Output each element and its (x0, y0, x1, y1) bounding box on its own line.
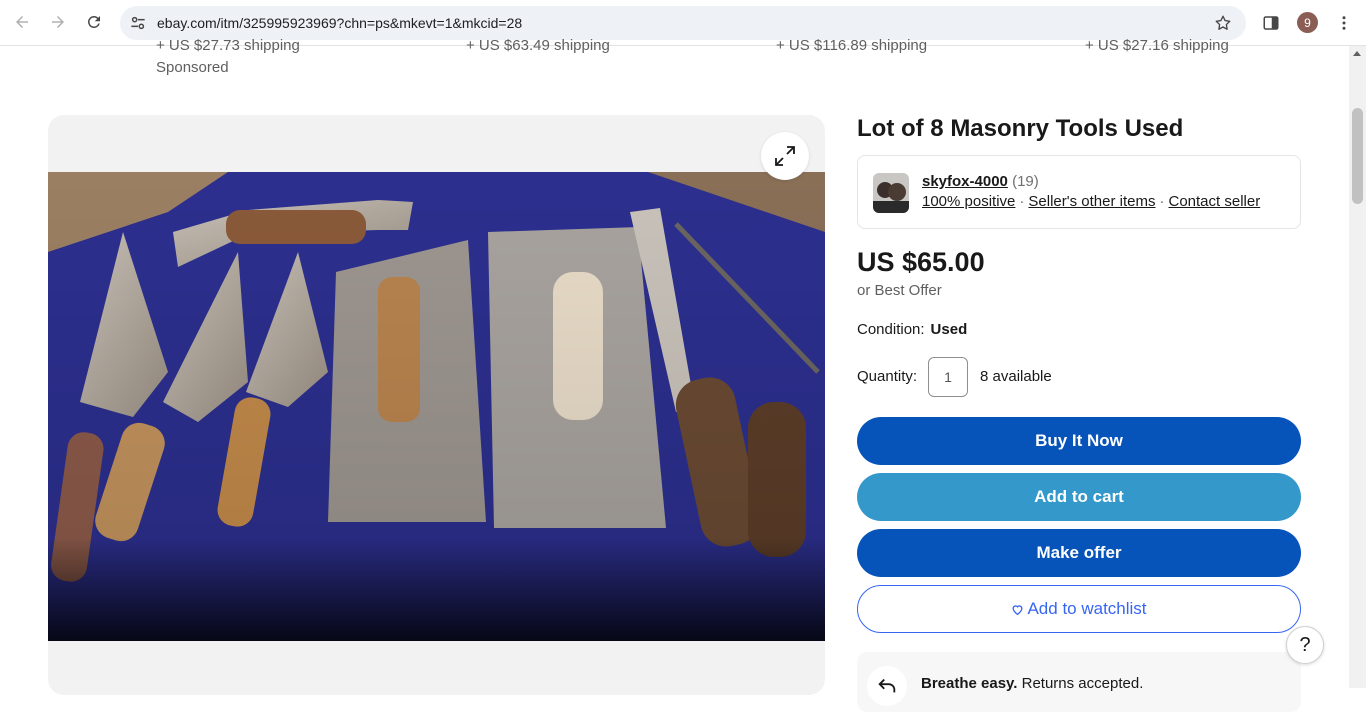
expand-image-button[interactable] (761, 132, 809, 180)
add-to-watchlist-button[interactable]: Add to watchlist (857, 585, 1301, 633)
returns-icon-wrap (867, 666, 907, 706)
scroll-up-arrow[interactable] (1353, 51, 1361, 56)
make-offer-button[interactable]: Make offer (857, 529, 1301, 577)
return-arrow-icon (878, 678, 896, 693)
carousel-shipping-1: + US $27.73 shipping (156, 37, 300, 54)
item-title: Lot of 8 Masonry Tools Used (857, 115, 1184, 142)
address-bar[interactable]: ebay.com/itm/325995923969?chn=ps&mkevt=1… (120, 6, 1246, 40)
quantity-input[interactable]: 1 (928, 357, 968, 397)
best-offer-label: or Best Offer (857, 282, 942, 299)
side-panel-icon[interactable] (1262, 14, 1280, 32)
seller-name-row: skyfox-4000 (19) (922, 173, 1039, 190)
contact-seller-link[interactable]: Contact seller (1168, 193, 1260, 210)
quantity-available: 8 available (980, 368, 1052, 385)
item-price: US $65.00 (857, 247, 985, 277)
sponsored-label: Sponsored (156, 59, 229, 76)
returns-text: Breathe easy. Returns accepted. (921, 675, 1143, 692)
separator-dot: · (1019, 193, 1025, 210)
seller-links: 100% positive · Seller's other items · Conta… (922, 193, 1260, 210)
product-photo[interactable] (48, 172, 825, 641)
positive-feedback-link[interactable]: 100% positive (922, 193, 1015, 210)
more-menu-icon[interactable] (1335, 13, 1353, 33)
image-gallery (48, 115, 825, 695)
back-button[interactable] (8, 8, 36, 36)
reload-icon (87, 15, 100, 28)
seller-other-items-link[interactable]: Seller's other items (1028, 193, 1155, 210)
profile-avatar[interactable]: 9 (1297, 12, 1318, 33)
condition-row: Condition: Used (857, 321, 967, 338)
scrollbar-thumb[interactable] (1352, 108, 1363, 204)
carousel-shipping-2: + US $63.49 shipping (466, 37, 610, 54)
returns-detail: Returns accepted. (1017, 675, 1144, 692)
seller-feedback-count: (19) (1012, 173, 1039, 190)
bookmark-star-icon[interactable] (1214, 14, 1232, 32)
arrow-left-icon (16, 16, 28, 28)
carousel-shipping-3: + US $116.89 shipping (776, 37, 928, 54)
condition-value: Used (930, 321, 968, 338)
quantity-label: Quantity: (857, 368, 918, 385)
returns-bold: Breathe easy. (921, 675, 1018, 692)
add-to-cart-button[interactable]: Add to cart (857, 473, 1301, 521)
help-button[interactable]: ? (1286, 626, 1324, 664)
expand-icon (775, 146, 795, 166)
carousel-shipping-4: + US $27.16 shipping (1085, 37, 1229, 54)
returns-banner: Breathe easy. Returns accepted. (857, 652, 1301, 712)
watchlist-label: Add to watchlist (1027, 599, 1147, 618)
buy-it-now-button[interactable]: Buy It Now (857, 417, 1301, 465)
heart-icon (1012, 604, 1023, 615)
separator-dot: · (1159, 193, 1165, 210)
arrow-right-icon (52, 16, 64, 28)
seller-card: skyfox-4000 (19) 100% positive · Seller's … (857, 155, 1301, 229)
seller-avatar[interactable] (873, 173, 909, 213)
seller-name-link[interactable]: skyfox-4000 (922, 173, 1008, 190)
site-settings-icon[interactable] (128, 13, 148, 33)
condition-label: Condition: (857, 321, 925, 338)
forward-button[interactable] (44, 8, 72, 36)
reload-button[interactable] (80, 8, 108, 36)
url-text[interactable]: ebay.com/itm/325995923969?chn=ps&mkevt=1… (157, 15, 522, 31)
